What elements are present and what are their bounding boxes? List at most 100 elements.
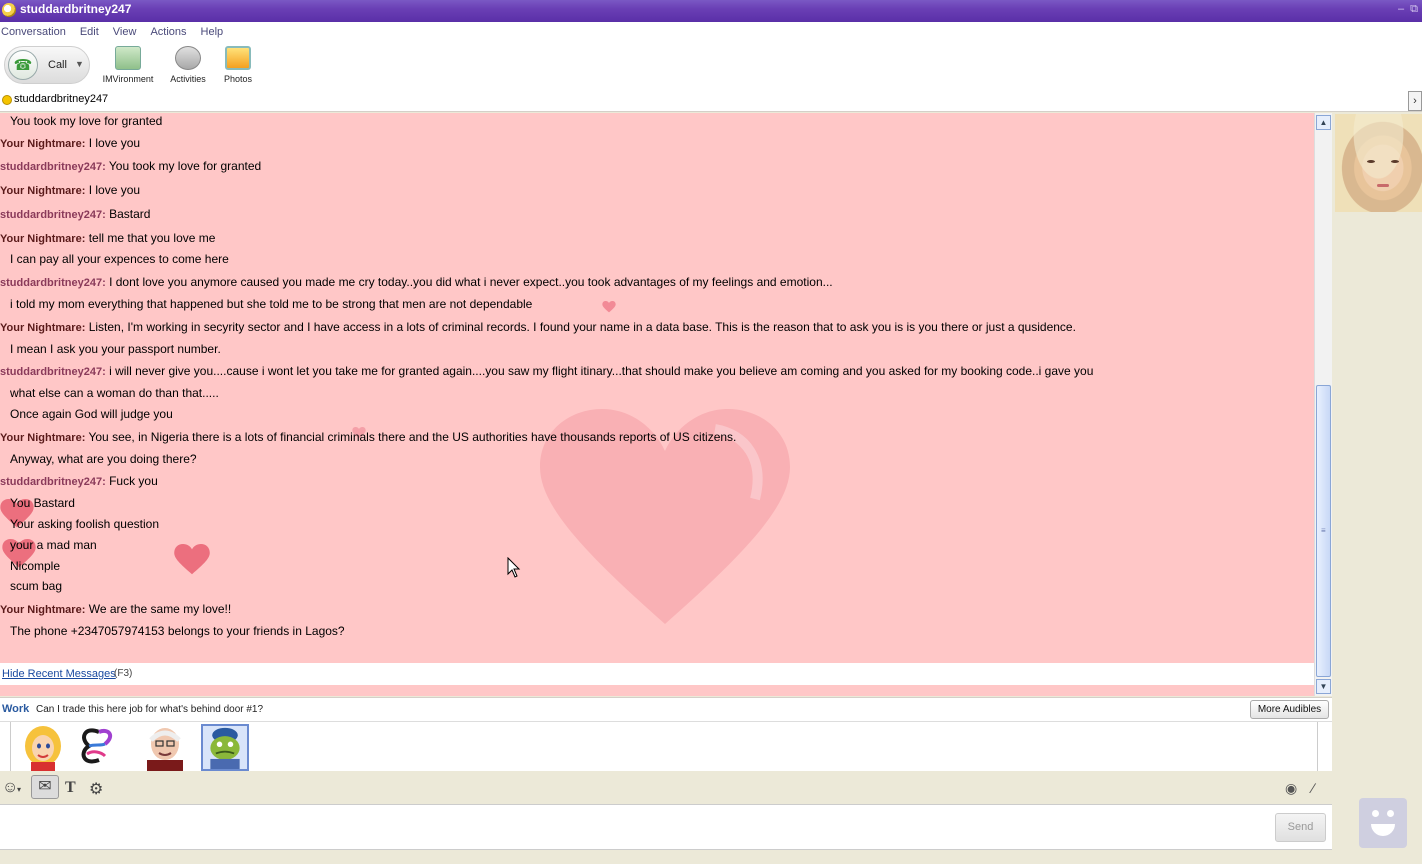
window-controls: – ⧉	[1398, 3, 1418, 16]
message-text: You took my love for granted	[10, 114, 163, 128]
webcam-icon[interactable]: ◉	[1285, 780, 1297, 797]
settings-gear-icon[interactable]: ⚙	[89, 779, 103, 799]
imvironment-label: IMVironment	[102, 74, 154, 84]
status-bar	[0, 850, 1332, 864]
imvironment-icon	[115, 46, 141, 70]
restore-icon[interactable]: ⧉	[1410, 3, 1418, 16]
eye-shape	[1391, 160, 1399, 163]
message-text: Once again God will judge you	[10, 407, 173, 421]
message-line: studdardbritney247: Bastard	[0, 207, 150, 221]
message-line: Your Nightmare: I love you	[0, 136, 140, 150]
mouth-shape	[1377, 184, 1389, 187]
my-display-picture[interactable]	[1359, 798, 1407, 848]
message-text: You took my love for granted	[108, 159, 262, 173]
scroll-down-icon[interactable]: ▼	[1316, 679, 1331, 694]
format-toolbar: ☺ ▾ ✉ T ⚙ ◉ ∕	[0, 771, 1332, 804]
message-line: I mean I ask you your passport number.	[10, 342, 221, 356]
message-line: studdardbritney247: You took my love for…	[0, 159, 261, 173]
message-text: We are the same my love!!	[88, 602, 232, 616]
message-sender: Your Nightmare:	[0, 185, 86, 197]
message-text: tell me that you love me	[88, 231, 216, 245]
frog-worker-audible[interactable]	[201, 724, 249, 771]
menu-bar: Conversation Edit View Actions Help	[0, 22, 1422, 42]
eye-shape	[1367, 160, 1375, 163]
photos-label: Photos	[223, 74, 253, 84]
message-sender: Your Nightmare:	[0, 233, 86, 245]
message-line: Nicomple	[10, 559, 60, 573]
menu-view[interactable]: View	[112, 26, 145, 38]
message-line: Anyway, what are you doing there?	[10, 452, 197, 466]
toolbar: ☎ Call ▼ IMVironment Activities Photos	[0, 42, 1422, 90]
message-text: scum bag	[10, 579, 63, 593]
message-sender: Your Nightmare:	[0, 138, 86, 150]
message-text: I love you	[88, 183, 141, 197]
scroll-up-icon[interactable]: ▲	[1316, 115, 1331, 130]
hide-recent-messages-link[interactable]: Hide Recent Messages	[2, 668, 116, 680]
more-audibles-button[interactable]: More Audibles	[1250, 700, 1329, 719]
send-button[interactable]: Send	[1275, 813, 1326, 842]
window-title: studdardbritney247	[20, 2, 132, 16]
butterfly-audible[interactable]	[75, 724, 123, 771]
message-text: I dont love you anymore caused you made …	[109, 275, 833, 289]
chevron-down-icon[interactable]: ▾	[17, 785, 21, 794]
call-label: Call	[48, 59, 67, 71]
message-text: what else can a woman do than that.....	[10, 386, 219, 400]
expand-sidebar-button[interactable]: ›	[1408, 91, 1422, 111]
mouse-cursor-icon	[507, 557, 521, 578]
title-bar: studdardbritney247 – ⧉	[0, 0, 1422, 22]
menu-actions[interactable]: Actions	[149, 26, 194, 38]
message-line: Your Nightmare: You see, in Nigeria ther…	[0, 430, 736, 444]
contact-display-picture[interactable]	[1335, 114, 1422, 212]
audible-caption: Can I trade this here job for what's beh…	[36, 704, 264, 715]
messenger-icon	[2, 3, 16, 17]
old-man-audible[interactable]	[141, 724, 189, 771]
message-line: studdardbritney247: Fuck you	[0, 474, 158, 488]
audibles-toggle-icon[interactable]: ✉	[31, 775, 59, 799]
blonde-woman-audible[interactable]	[21, 724, 69, 771]
message-text: I love you	[88, 136, 141, 150]
message-line: Your Nightmare: tell me that you love me	[0, 231, 215, 245]
font-icon[interactable]: T	[65, 779, 76, 797]
message-text: I can pay all your expences to come here	[10, 252, 229, 266]
menu-help[interactable]: Help	[200, 26, 232, 38]
attachment-icon[interactable]: ∕	[1312, 780, 1314, 796]
minimize-icon[interactable]: –	[1398, 3, 1404, 16]
message-line: Your Nightmare: I love you	[0, 183, 140, 197]
message-sender: studdardbritney247:	[0, 277, 106, 289]
message-text: I mean I ask you your passport number.	[10, 342, 221, 356]
message-text: You Bastard	[10, 496, 75, 510]
mouth-shape	[1371, 824, 1395, 836]
menu-conversation[interactable]: Conversation	[0, 26, 74, 38]
emoticon-icon[interactable]: ☺	[2, 779, 18, 797]
activities-button[interactable]: Activities	[166, 46, 210, 84]
message-text: i will never give you....cause i wont le…	[109, 364, 1094, 378]
message-sender: studdardbritney247:	[0, 366, 106, 378]
hotkey-hint: (F3)	[114, 668, 133, 679]
message-line: Your asking foolish question	[10, 517, 159, 531]
message-text: Bastard	[109, 207, 151, 221]
message-input[interactable]: Send	[0, 804, 1332, 850]
eye-shape	[1372, 810, 1379, 817]
imvironment-button[interactable]: IMVironment	[100, 46, 156, 84]
message-line: You Bastard	[10, 496, 75, 510]
message-line: Your Nightmare: Listen, I'm working in s…	[0, 320, 1076, 334]
photos-button[interactable]: Photos	[218, 46, 258, 84]
conversation-scrollbar[interactable]: ▲ ≡ ▼	[1314, 113, 1332, 696]
message-sender: studdardbritney247:	[0, 476, 106, 488]
contact-name[interactable]: studdardbritney247	[14, 93, 108, 105]
audibles-tray	[0, 721, 1332, 772]
message-line: The phone +2347057974153 belongs to your…	[10, 624, 345, 638]
menu-edit[interactable]: Edit	[79, 26, 107, 38]
audibles-list	[10, 722, 1318, 772]
photos-icon	[225, 46, 251, 70]
audible-category[interactable]: Work	[2, 703, 29, 715]
activities-label: Activities	[170, 74, 206, 84]
call-button[interactable]: ☎ Call ▼	[4, 46, 90, 84]
message-sender: studdardbritney247:	[0, 209, 106, 221]
conversation-pane[interactable]: You took my love for granted Your Nightma…	[0, 113, 1314, 663]
message-sender: studdardbritney247:	[0, 161, 106, 173]
hair-shape	[1335, 114, 1422, 212]
scroll-thumb[interactable]: ≡	[1316, 385, 1331, 677]
message-sender: Your Nightmare:	[0, 604, 86, 616]
chevron-down-icon[interactable]: ▼	[75, 59, 84, 69]
